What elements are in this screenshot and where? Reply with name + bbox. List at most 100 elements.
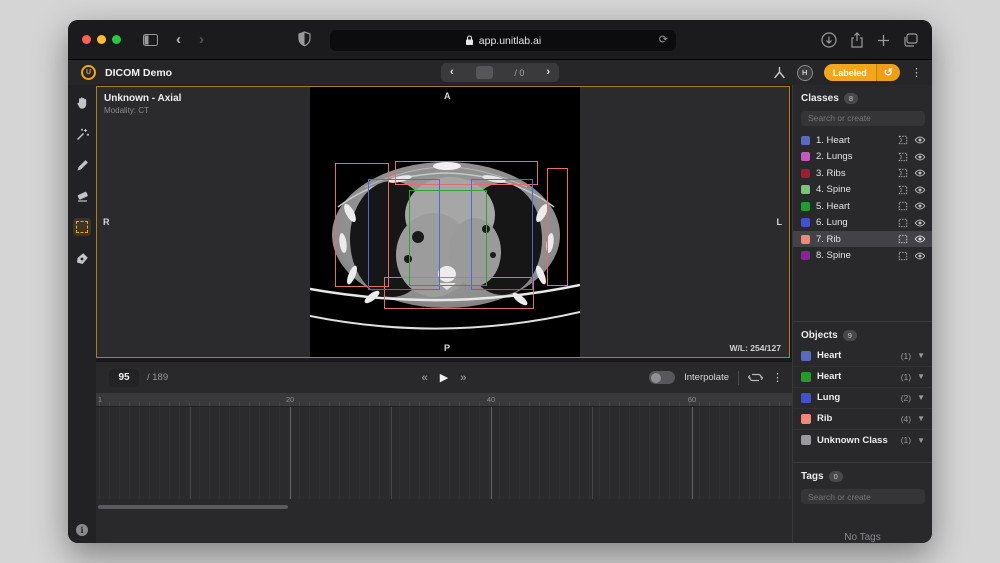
- class-row[interactable]: 6. Lung: [793, 214, 932, 231]
- bounding-box-tool[interactable]: [73, 218, 91, 236]
- new-tab-icon[interactable]: [877, 34, 890, 47]
- visibility-eye-icon[interactable]: [914, 235, 926, 243]
- timeline-grid[interactable]: [96, 407, 792, 499]
- annotation-box[interactable]: [547, 168, 568, 286]
- chevron-down-icon[interactable]: ▼: [917, 393, 925, 402]
- project-title: DICOM Demo: [105, 67, 172, 79]
- sidebar-toggle-icon[interactable]: [143, 34, 158, 46]
- bbox-type-icon[interactable]: [898, 251, 908, 261]
- chevron-down-icon[interactable]: ▼: [917, 414, 925, 423]
- class-row[interactable]: 3. Ribs: [793, 165, 932, 182]
- unitlab-logo[interactable]: U: [81, 65, 96, 80]
- visibility-eye-icon[interactable]: [914, 169, 926, 177]
- dicom-canvas[interactable]: Unknown - Axial Modality: CT: [96, 86, 790, 358]
- timeline-ruler[interactable]: 1 20 40 60: [96, 393, 792, 407]
- bbox-type-icon[interactable]: [898, 201, 908, 211]
- tab-overview-icon[interactable]: [903, 33, 918, 47]
- object-count: (4): [901, 414, 911, 424]
- skip-forward-button[interactable]: »: [460, 372, 466, 384]
- bbox-type-icon[interactable]: [898, 234, 908, 244]
- object-label: Heart: [817, 371, 895, 382]
- visibility-eye-icon[interactable]: [914, 153, 926, 161]
- loop-icon[interactable]: [748, 371, 763, 384]
- objects-title: Objects: [801, 330, 838, 341]
- visibility-eye-icon[interactable]: [914, 219, 926, 227]
- labeled-status-button[interactable]: Labeled ↺: [824, 64, 900, 81]
- app-header: U DICOM Demo ‹ / 0 › H Labeled ↺ ⋮: [68, 60, 932, 85]
- annotation-box[interactable]: [409, 190, 487, 286]
- class-row[interactable]: 4. Spine: [793, 181, 932, 198]
- object-group-row[interactable]: Lung (2) ▼: [793, 388, 932, 409]
- minimize-window-button[interactable]: [97, 35, 106, 44]
- next-page-button[interactable]: ›: [546, 67, 550, 78]
- current-frame-input[interactable]: [109, 369, 139, 387]
- magic-wand-tool[interactable]: [73, 125, 91, 143]
- history-icon[interactable]: ↺: [876, 64, 900, 81]
- forward-button[interactable]: ›: [199, 32, 204, 47]
- brush-tool[interactable]: [73, 156, 91, 174]
- polygon-type-icon[interactable]: [898, 135, 908, 145]
- polygon-type-icon[interactable]: [898, 168, 908, 178]
- labeled-label[interactable]: Labeled: [824, 64, 876, 81]
- object-group-row[interactable]: Rib (4) ▼: [793, 409, 932, 430]
- object-color-swatch: [801, 372, 811, 382]
- zoom-window-button[interactable]: [112, 35, 121, 44]
- url-bar[interactable]: app.unitlab.ai ⟳: [330, 30, 676, 51]
- object-color-swatch: [801, 351, 811, 361]
- visibility-eye-icon[interactable]: [914, 186, 926, 194]
- timeline-scrollbar[interactable]: [98, 505, 288, 509]
- tags-list: No Tags: [793, 510, 932, 543]
- user-avatar[interactable]: H: [797, 65, 813, 81]
- close-window-button[interactable]: [82, 35, 91, 44]
- object-color-swatch: [801, 393, 811, 403]
- polygon-pen-tool[interactable]: [73, 249, 91, 267]
- gridline: [692, 407, 693, 499]
- orientation-anterior: A: [444, 91, 451, 101]
- workflow-icon[interactable]: [773, 66, 786, 79]
- class-label: 4. Spine: [816, 184, 892, 195]
- visibility-eye-icon[interactable]: [914, 202, 926, 210]
- skip-back-button[interactable]: «: [422, 372, 428, 384]
- class-row[interactable]: 2. Lungs: [793, 148, 932, 165]
- class-row[interactable]: 1. Heart: [793, 132, 932, 149]
- object-group-row[interactable]: Heart (1) ▼: [793, 346, 932, 367]
- class-row[interactable]: 5. Heart: [793, 198, 932, 215]
- classes-list: 1. Heart 2. Lungs 3. Ribs: [793, 132, 932, 321]
- polygon-type-icon[interactable]: [898, 152, 908, 162]
- info-icon[interactable]: i: [76, 524, 88, 536]
- tick-label: 20: [286, 395, 294, 404]
- timeline[interactable]: 1 20 40 60: [96, 393, 792, 543]
- back-button[interactable]: ‹: [176, 32, 181, 47]
- privacy-shield-icon[interactable]: [298, 31, 311, 47]
- objects-list: Heart (1) ▼ Heart (1) ▼ Lung (2) ▼: [793, 346, 932, 462]
- visibility-eye-icon[interactable]: [914, 136, 926, 144]
- play-button[interactable]: ▶: [440, 371, 448, 384]
- orientation-right: R: [103, 217, 110, 227]
- chevron-down-icon[interactable]: ▼: [917, 351, 925, 360]
- polygon-type-icon[interactable]: [898, 185, 908, 195]
- object-group-row[interactable]: Unknown Class (1) ▼: [793, 430, 932, 451]
- downloads-icon[interactable]: [821, 32, 837, 48]
- class-row-selected[interactable]: 7. Rib: [793, 231, 932, 248]
- interpolate-toggle[interactable]: [649, 371, 675, 384]
- object-group-row[interactable]: Heart (1) ▼: [793, 367, 932, 388]
- chevron-down-icon[interactable]: ▼: [917, 436, 925, 445]
- chevron-down-icon[interactable]: ▼: [917, 372, 925, 381]
- total-frames-label: / 189: [147, 372, 168, 383]
- tags-search-input[interactable]: [801, 489, 925, 504]
- visibility-eye-icon[interactable]: [914, 252, 926, 260]
- bbox-type-icon[interactable]: [898, 218, 908, 228]
- classes-search-input[interactable]: [801, 111, 925, 126]
- reload-icon[interactable]: ⟳: [659, 33, 668, 46]
- header-menu-icon[interactable]: ⋮: [911, 66, 922, 79]
- prev-page-button[interactable]: ‹: [450, 67, 454, 78]
- playbar-menu-icon[interactable]: ⋮: [772, 371, 783, 384]
- gridline: [190, 407, 191, 499]
- share-icon[interactable]: [850, 32, 864, 48]
- pan-hand-tool[interactable]: [73, 94, 91, 112]
- class-row[interactable]: 8. Spine: [793, 247, 932, 264]
- page-number-input[interactable]: [476, 66, 493, 79]
- tick-label: 1: [98, 395, 102, 404]
- browser-chrome: ‹ › app.unitlab.ai ⟳: [68, 20, 932, 60]
- eraser-tool[interactable]: [73, 187, 91, 205]
